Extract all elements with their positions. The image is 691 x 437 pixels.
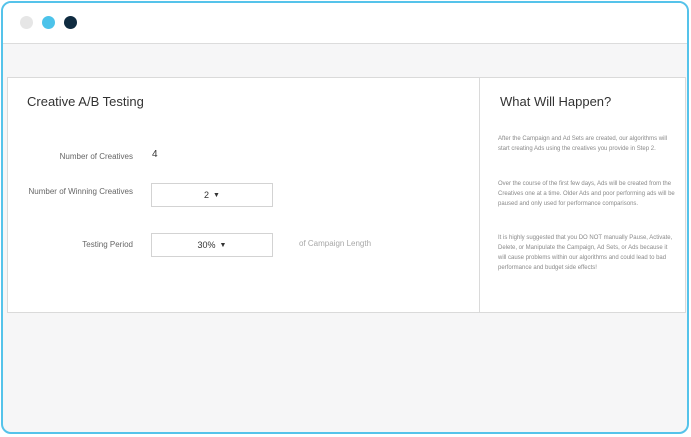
app-window: Creative A/B Testing Number of Creatives… xyxy=(1,1,689,434)
chevron-down-icon: ▼ xyxy=(213,192,220,199)
number-of-winning-creatives-label: Number of Winning Creatives xyxy=(28,187,133,196)
window-dot-blue[interactable] xyxy=(42,16,55,29)
info-paragraph: Over the course of the first few days, A… xyxy=(498,181,675,207)
number-of-creatives-value: 4 xyxy=(152,149,158,160)
what-will-happen-section: What Will Happen? After the Campaign and… xyxy=(481,78,685,312)
title-bar xyxy=(3,3,687,44)
window-dot-navy[interactable] xyxy=(64,16,77,29)
info-title: What Will Happen? xyxy=(500,94,612,109)
content-panel: Creative A/B Testing Number of Creatives… xyxy=(7,77,686,313)
testing-period-select[interactable]: 30% ▼ xyxy=(151,233,273,257)
creative-ab-testing-section: Creative A/B Testing Number of Creatives… xyxy=(8,78,480,312)
winning-creatives-select[interactable]: 2 ▼ xyxy=(151,183,273,207)
info-paragraph: After the Campaign and Ad Sets are creat… xyxy=(498,136,668,152)
window-dot-light[interactable] xyxy=(20,16,33,29)
testing-period-selected-value: 30% xyxy=(197,240,216,250)
testing-period-suffix: of Campaign Length xyxy=(299,239,372,248)
number-of-creatives-label: Number of Creatives xyxy=(59,152,133,161)
testing-period-label: Testing Period xyxy=(82,240,133,249)
chevron-down-icon: ▼ xyxy=(219,242,227,249)
winning-creatives-selected-value: 2 xyxy=(204,190,210,200)
section-title: Creative A/B Testing xyxy=(27,94,144,109)
info-paragraph: It is highly suggested that you DO NOT m… xyxy=(498,235,673,271)
